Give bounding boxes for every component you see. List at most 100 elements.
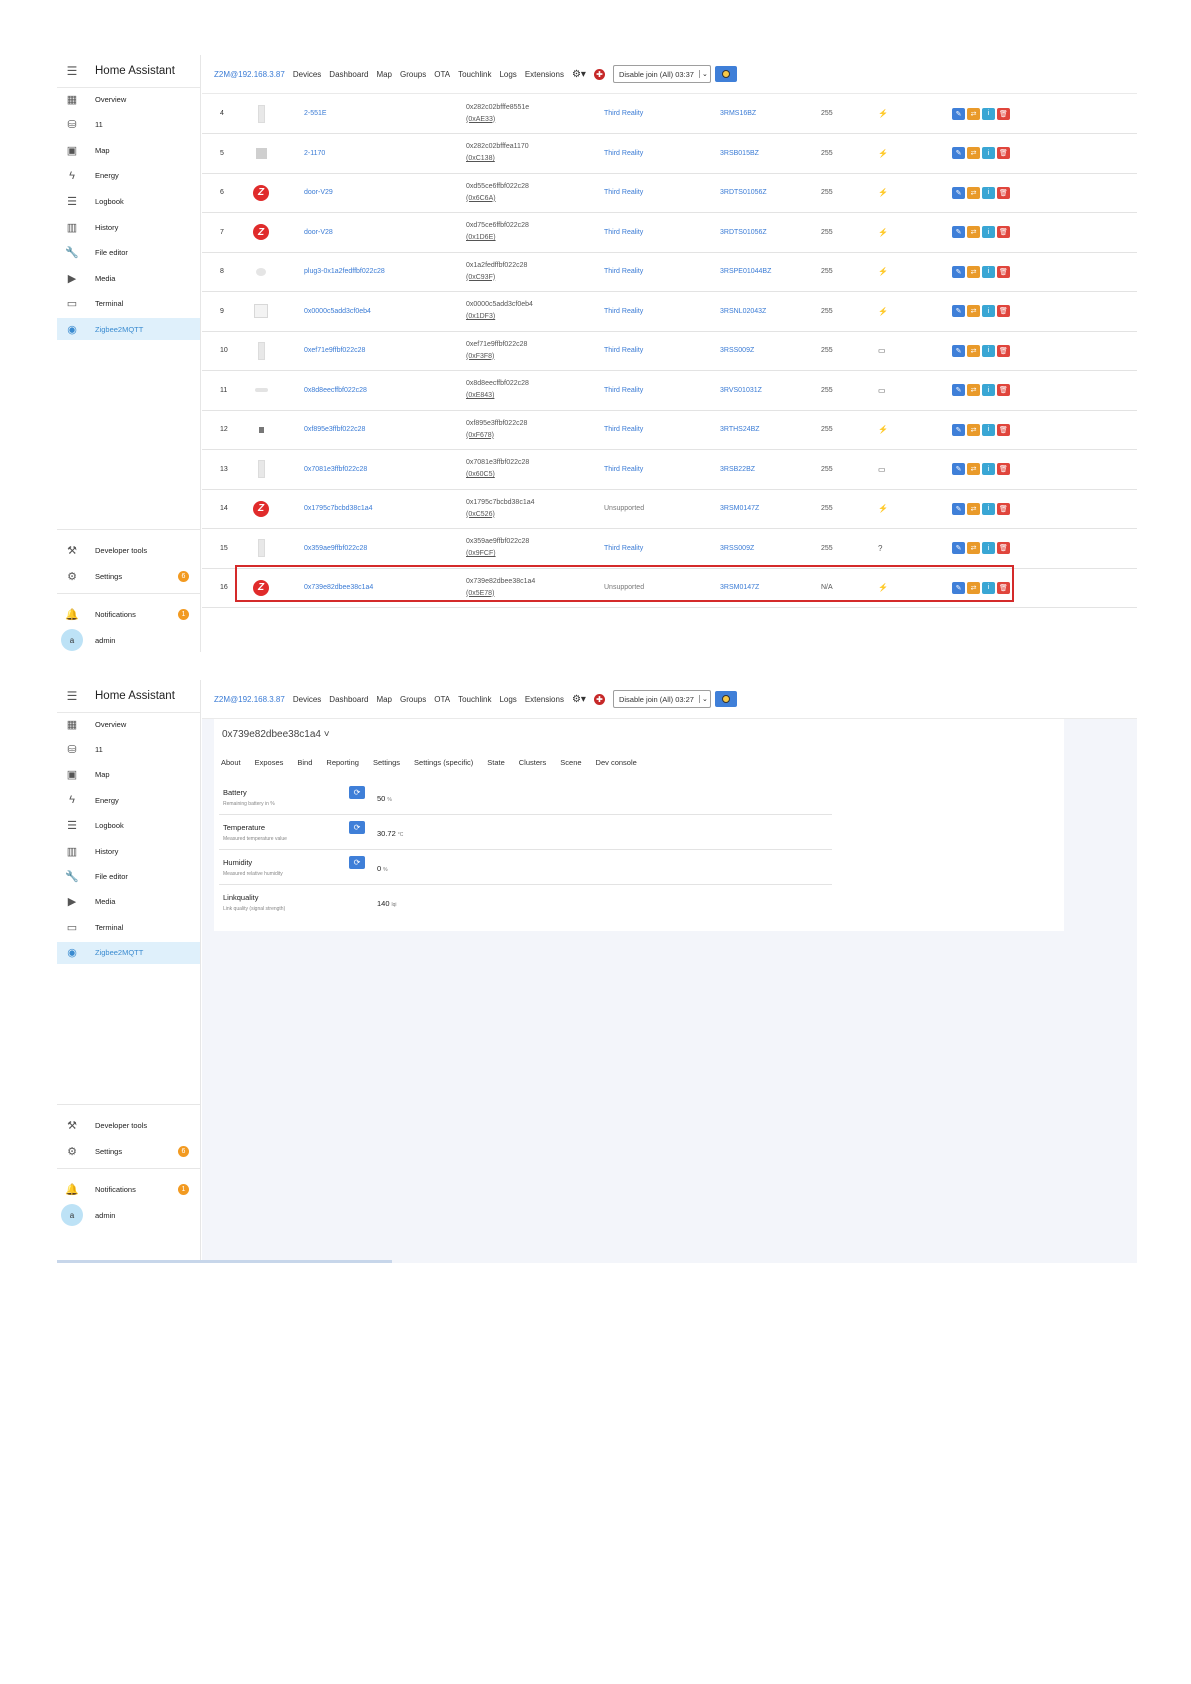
sidebar-item-settings[interactable]: ⚙ Settings 6: [57, 565, 200, 587]
vendor[interactable]: Third Reality: [604, 529, 643, 568]
vendor[interactable]: Third Reality: [604, 410, 643, 449]
z2m-brand-link[interactable]: Z2M@192.168.3.87: [214, 70, 285, 79]
permit-join-select[interactable]: Disable join (All) 03:37 ⌄: [612, 65, 711, 83]
device-name-link[interactable]: door-V29: [304, 173, 333, 212]
refresh-icon[interactable]: ⟳: [349, 786, 365, 799]
sidebar-item-history[interactable]: ▥ History: [57, 216, 200, 238]
device-name-link[interactable]: 0x0000c5add3cf0eb4: [304, 292, 371, 331]
vendor[interactable]: Third Reality: [604, 371, 643, 410]
device-name-link[interactable]: 2-1170: [304, 134, 325, 173]
permit-join-select[interactable]: Disable join (All) 03:27 ⌄: [612, 690, 711, 708]
info-icon[interactable]: i: [982, 423, 995, 436]
reconfigure-icon[interactable]: ⇄: [967, 384, 980, 396]
sidebar-item-media[interactable]: ▶ Media: [57, 267, 200, 289]
sidebar-item-history[interactable]: ▥ History: [57, 840, 200, 862]
reconfigure-icon[interactable]: ⇄: [967, 107, 980, 120]
nav-devices[interactable]: Devices: [293, 695, 321, 704]
sidebar-item-settings[interactable]: ⚙ Settings 6: [57, 1140, 200, 1162]
sidebar-item-energy[interactable]: ϟ Energy: [57, 789, 200, 811]
info-icon[interactable]: i: [982, 463, 995, 475]
vendor[interactable]: Third Reality: [604, 252, 643, 291]
trash-icon[interactable]: 🗑: [997, 226, 1010, 238]
device-name-link[interactable]: 0x359ae9ffbf022c28: [304, 529, 367, 568]
edit-icon[interactable]: ✎: [952, 423, 965, 436]
model-link[interactable]: 3RSS009Z: [720, 331, 754, 370]
edit-icon[interactable]: ✎: [952, 384, 965, 396]
trash-icon[interactable]: 🗑: [997, 186, 1010, 199]
sidebar-item-user[interactable]: a admin: [57, 1204, 200, 1226]
edit-icon[interactable]: ✎: [952, 265, 965, 278]
reconfigure-icon[interactable]: ⇄: [967, 344, 980, 357]
model-link[interactable]: 3RSB22BZ: [720, 450, 755, 489]
vendor[interactable]: Third Reality: [604, 331, 643, 370]
tab-settings-specific-[interactable]: Settings (specific): [414, 758, 473, 767]
trash-icon[interactable]: 🗑: [997, 265, 1010, 278]
sidebar-item-file-editor[interactable]: 🔧 File editor: [57, 865, 200, 887]
edit-icon[interactable]: ✎: [952, 344, 965, 357]
model-link[interactable]: 3RSS009Z: [720, 529, 754, 568]
sidebar-item-overview[interactable]: ▦ Overview: [57, 713, 200, 735]
trash-icon[interactable]: 🗑: [997, 107, 1010, 120]
model-link[interactable]: 3RSNL02043Z: [720, 292, 766, 331]
edit-icon[interactable]: ✎: [952, 147, 965, 159]
sidebar-item-map[interactable]: ▣ Map: [57, 764, 200, 786]
model-link[interactable]: 3RSM0147Z: [720, 489, 759, 528]
nav-extensions[interactable]: Extensions: [525, 70, 564, 79]
reconfigure-icon[interactable]: ⇄: [967, 423, 980, 436]
permit-join-button[interactable]: [714, 66, 737, 82]
device-name-link[interactable]: door-V28: [304, 213, 333, 252]
trash-icon[interactable]: 🗑: [997, 502, 1010, 515]
trash-icon[interactable]: 🗑: [997, 542, 1010, 554]
edit-icon[interactable]: ✎: [952, 502, 965, 515]
reconfigure-icon[interactable]: ⇄: [967, 502, 980, 515]
sidebar-item-zigbee2mqtt[interactable]: ◉ Zigbee2MQTT: [57, 318, 200, 341]
sidebar-item-developer-tools[interactable]: ⚒ Developer tools: [57, 1114, 200, 1136]
trash-icon[interactable]: 🗑: [997, 305, 1010, 317]
vendor[interactable]: Third Reality: [604, 450, 643, 489]
device-name-link[interactable]: plug3-0x1a2fedffbf022c28: [304, 252, 385, 291]
refresh-icon[interactable]: ⟳: [349, 821, 365, 834]
tab-settings[interactable]: Settings: [373, 758, 400, 767]
chevron-down-icon[interactable]: ⌄: [698, 70, 710, 78]
settings-dropdown-icon[interactable]: ⚙▾: [572, 694, 586, 705]
device-name-link[interactable]: 0xf895e3ffbf022c28: [304, 410, 365, 449]
nav-ota[interactable]: OTA: [434, 70, 450, 79]
model-link[interactable]: 3RDTS01056Z: [720, 213, 767, 252]
sidebar-item-terminal[interactable]: ▭ Terminal: [57, 916, 200, 938]
tab-exposes[interactable]: Exposes: [255, 758, 284, 767]
refresh-icon[interactable]: ⟳: [349, 856, 365, 869]
trash-icon[interactable]: 🗑: [997, 423, 1010, 436]
sidebar-item-developer-tools[interactable]: ⚒ Developer tools: [57, 539, 200, 561]
chevron-down-icon[interactable]: ⌄: [698, 695, 710, 703]
vendor[interactable]: Third Reality: [604, 292, 643, 331]
trash-icon[interactable]: 🗑: [997, 463, 1010, 475]
sidebar-item-notifications[interactable]: 🔔 Notifications 1: [57, 603, 200, 625]
edit-icon[interactable]: ✎: [952, 226, 965, 238]
device-name-link[interactable]: 0xef71e9ffbf022c28: [304, 331, 365, 370]
nav-touchlink[interactable]: Touchlink: [458, 695, 491, 704]
info-icon[interactable]: i: [982, 384, 995, 396]
nav-map[interactable]: Map: [376, 70, 392, 79]
menu-icon[interactable]: ☰: [57, 64, 87, 78]
reconfigure-icon[interactable]: ⇄: [967, 265, 980, 278]
info-icon[interactable]: i: [982, 542, 995, 554]
reconfigure-icon[interactable]: ⇄: [967, 305, 980, 317]
horizontal-scrollbar[interactable]: [57, 1260, 392, 1263]
sidebar-item-logbook[interactable]: ☰ Logbook: [57, 190, 200, 212]
language-flag-icon[interactable]: ✚: [593, 68, 605, 80]
edit-icon[interactable]: ✎: [952, 542, 965, 554]
trash-icon[interactable]: 🗑: [997, 344, 1010, 357]
edit-icon[interactable]: ✎: [952, 463, 965, 475]
nav-touchlink[interactable]: Touchlink: [458, 70, 491, 79]
edit-icon[interactable]: ✎: [952, 107, 965, 120]
edit-icon[interactable]: ✎: [952, 186, 965, 199]
info-icon[interactable]: i: [982, 107, 995, 120]
sidebar-item-media[interactable]: ▶ Media: [57, 891, 200, 913]
model-link[interactable]: 3RDTS01056Z: [720, 173, 767, 212]
model-link[interactable]: 3RSB015BZ: [720, 134, 759, 173]
nav-dashboard[interactable]: Dashboard: [329, 695, 368, 704]
nav-groups[interactable]: Groups: [400, 70, 426, 79]
vendor[interactable]: Third Reality: [604, 213, 643, 252]
menu-icon[interactable]: ☰: [57, 689, 87, 703]
sidebar-item-overview[interactable]: ▦ Overview: [57, 88, 200, 110]
